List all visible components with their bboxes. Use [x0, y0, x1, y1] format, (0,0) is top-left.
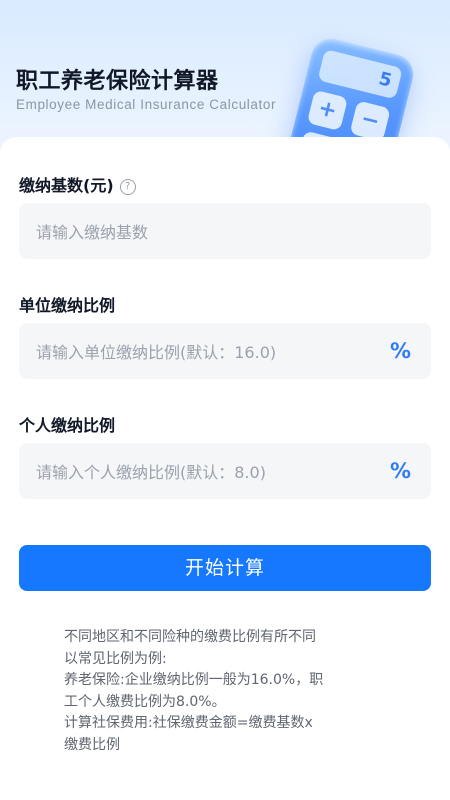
percent-unit: %: [389, 459, 411, 483]
page-subtitle: Employee Medical Insurance Calculator: [16, 97, 277, 112]
personal-rate-label: 个人缴纳比例: [19, 416, 116, 435]
personal-rate-input[interactable]: [34, 443, 378, 501]
percent-unit: %: [389, 339, 411, 363]
company-rate-input[interactable]: [34, 323, 378, 381]
minus-key-icon: −: [349, 100, 391, 142]
page-title: 职工养老保险计算器: [16, 69, 219, 94]
help-icon[interactable]: ?: [119, 179, 136, 195]
company-rate-label: 单位缴纳比例: [19, 296, 116, 315]
base-label-text: 缴纳基数(元): [19, 176, 114, 195]
base-input[interactable]: [34, 203, 378, 261]
company-rate-field[interactable]: %: [19, 323, 431, 381]
base-field[interactable]: [19, 203, 431, 261]
note-line: 养老保险:企业缴纳比例一般为16.0%，职 工个人缴费比例为8.0%。: [64, 672, 324, 710]
note-line: 不同地区和不同险种的缴费比例有所不同 以常见比例为例:: [64, 629, 316, 667]
notes-block: 不同地区和不同险种的缴费比例有所不同 以常见比例为例: 养老保险:企业缴纳比例一…: [64, 627, 394, 756]
personal-rate-field[interactable]: %: [19, 443, 431, 501]
calculator-screen: 5: [317, 49, 403, 100]
plus-key-icon: +: [306, 89, 349, 132]
note-line: 计算社保费用:社保缴费金额=缴费基数x 缴费比例: [64, 715, 313, 753]
base-label: 缴纳基数(元)?: [19, 172, 136, 196]
start-calculation-button[interactable]: 开始计算: [19, 545, 431, 591]
